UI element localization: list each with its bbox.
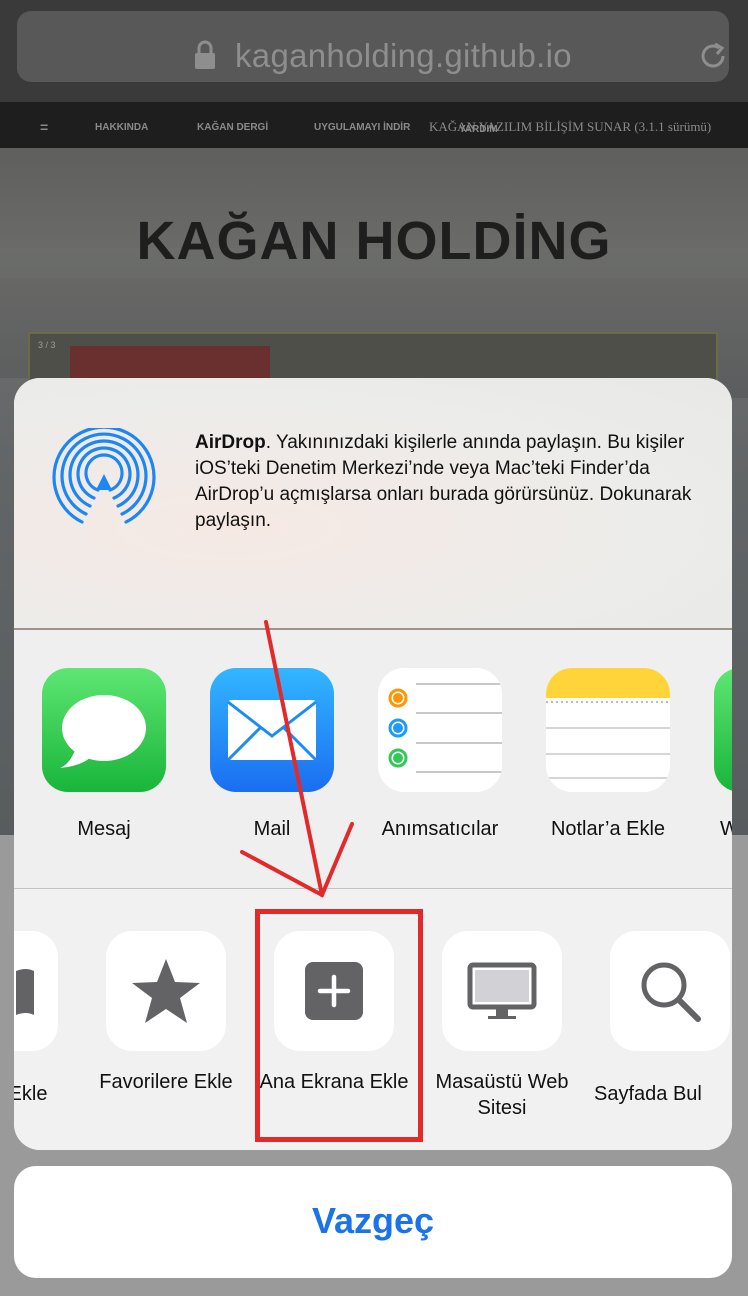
reminders-list-icon (388, 683, 502, 773)
app-label-notlar: Notlar’a Ekle (550, 818, 666, 840)
whatsapp-icon[interactable] (714, 668, 732, 792)
version-text: KAĞAN YAZILIM BİLİŞİM SUNAR (3.1.1 sürüm… (429, 119, 712, 134)
url-text: kaganholding.github.io (235, 37, 572, 74)
lock-icon (195, 40, 215, 69)
reload-icon[interactable] (695, 38, 731, 74)
action-label-masaustu: Masaüstü Web Sitesi (435, 1071, 569, 1119)
bookmark-icon (16, 969, 34, 1015)
nav-item-kagan-dergi[interactable]: KAĞAN DERGİ (197, 122, 268, 133)
airdrop-body: . Yakınınızdaki kişilerle anında paylaşı… (195, 432, 692, 531)
speech-bubble-icon (60, 695, 146, 768)
desktop-icon (467, 962, 537, 1019)
notepad-icon (546, 668, 670, 779)
desktop-site-action[interactable] (442, 931, 562, 1051)
share-apps-row: Mesaj Mail Anımsatıcılar Notlar’a Ekle W (14, 630, 732, 890)
site-title: KAĞAN HOLDİNG (136, 211, 612, 271)
reminders-icon[interactable] (378, 668, 502, 792)
airdrop-icon (52, 428, 156, 524)
nav-item-hakkinda[interactable]: HAKKINDA (95, 122, 148, 133)
bookmark-action[interactable] (14, 931, 58, 1051)
action-label-favorilere-ekle: Favorilere Ekle (99, 1071, 233, 1093)
find-on-page-action[interactable] (610, 931, 730, 1051)
browser-toolbar: kaganholding.github.io (0, 0, 748, 102)
nav-item-uygulama-indir[interactable]: UYGULAMAYI İNDİR (314, 122, 410, 133)
add-favorites-action[interactable] (106, 931, 226, 1051)
app-label-mail: Mail (253, 818, 291, 840)
menu-icon[interactable]: = (40, 119, 48, 135)
star-icon (132, 959, 200, 1023)
app-label-mesaj: Mesaj (77, 818, 131, 840)
search-icon (641, 962, 701, 1022)
cancel-label: Vazgeç (311, 1200, 435, 1241)
envelope-icon (226, 700, 318, 762)
slide-counter: 3 / 3 (38, 340, 56, 350)
app-label-animsaticilar: Anımsatıcılar (381, 818, 499, 840)
airdrop-title: AirDrop (195, 432, 266, 453)
site-navbar: = HAKKINDA KAĞAN DERGİ UYGULAMAYI İNDİR … (0, 102, 748, 148)
address-bar[interactable]: kaganholding.github.io (17, 11, 729, 82)
notes-icon[interactable] (546, 668, 670, 792)
highlight-box (255, 909, 423, 1142)
action-label-sayfada-bul: Sayfada Bul (594, 1083, 702, 1105)
messages-icon[interactable] (42, 668, 166, 792)
airdrop-description: AirDrop. Yakınınızdaki kişilerle anında … (195, 430, 715, 534)
mail-icon[interactable] (210, 668, 334, 792)
cancel-button[interactable]: Vazgeç (14, 1166, 732, 1278)
airdrop-section[interactable]: AirDrop. Yakınınızdaki kişilerle anında … (14, 378, 732, 628)
app-label-partial: W (720, 818, 732, 840)
